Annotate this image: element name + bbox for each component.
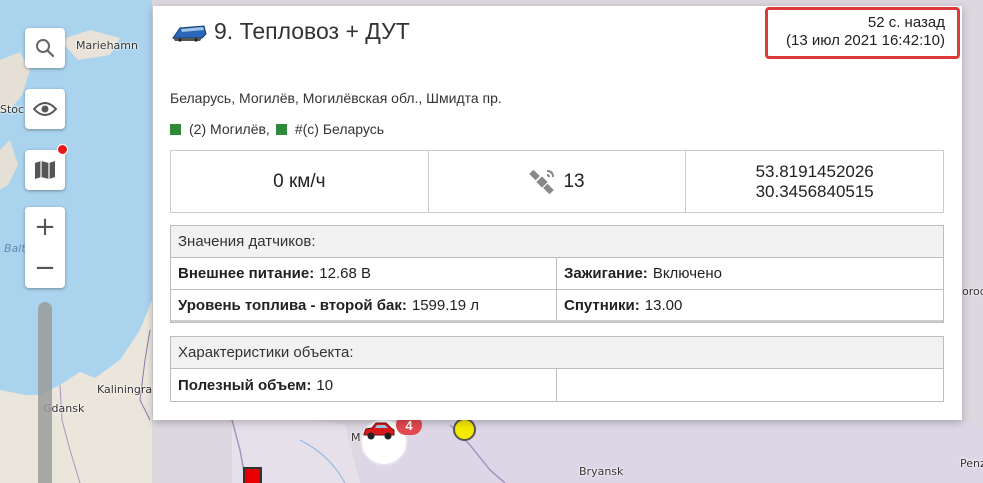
search-icon (36, 39, 55, 58)
group-label: #(с) Беларусь (294, 121, 385, 137)
zoom-slider-track[interactable] (38, 302, 52, 483)
notification-dot (57, 144, 68, 155)
coordinates-cell: 53.8191452026 30.3456840515 (686, 151, 943, 212)
object-marker-red[interactable] (243, 467, 262, 483)
timestamp: (13 июл 2021 16:42:10) (786, 32, 945, 49)
speed-cell: 0 км/ч (171, 151, 429, 212)
sensor-values-table: Значения датчиков: Внешнее питание: 12.6… (170, 225, 944, 323)
zoom-in-button[interactable]: + (25, 207, 65, 247)
sensor-name: Спутники: (564, 296, 640, 314)
sensor-value: 1599.19 л (411, 296, 480, 314)
time-ago: 52 с. назад (867, 14, 945, 31)
map-label-kaliningrad: Kaliningra (97, 383, 153, 396)
table-cell: Полезный объем: 10 (171, 369, 557, 401)
map-label-stockholm: Stoc (0, 103, 25, 116)
table-cell (557, 369, 943, 401)
property-value: 10 (316, 376, 334, 394)
map-label-penza: Penza (960, 457, 983, 470)
map-layers-button[interactable] (25, 150, 65, 190)
sensor-name: Зажигание: (564, 265, 648, 282)
group-item[interactable]: (2) Могилёв, (170, 121, 270, 137)
address: Беларусь, Могилёв, Могилёвская обл., Шми… (170, 90, 502, 106)
object-properties-table: Характеристики объекта: Полезный объем: … (170, 336, 944, 402)
sensor-name: Внешнее питание: (178, 265, 315, 282)
map-label-bryansk: Bryansk (579, 465, 624, 478)
table-cell: Зажигание: Включено (557, 258, 943, 289)
zoom-control: + − (25, 207, 65, 288)
properties-table-heading: Характеристики объекта: (171, 337, 943, 369)
last-update-box: 52 с. назад (13 июл 2021 16:42:10) (765, 7, 960, 59)
sensor-value: 12.68 В (319, 265, 371, 282)
search-button[interactable] (25, 28, 65, 68)
table-cell: Уровень топлива - второй бак: 1599.19 л (171, 290, 557, 320)
zoom-out-button[interactable]: − (25, 248, 65, 288)
visibility-button[interactable] (25, 89, 65, 129)
latitude: 53.8191452026 (755, 161, 874, 181)
satellite-icon (529, 169, 555, 194)
sensor-name: Уровень топлива - второй бак: (178, 296, 407, 314)
map-label-mariehamn: Mariehamn (76, 39, 138, 52)
stats-strip: 0 км/ч 13 53.8191452026 30.3456840515 (170, 150, 944, 213)
locomotive-icon (172, 24, 207, 42)
table-row: Уровень топлива - второй бак: 1599.19 л … (171, 290, 943, 322)
group-color-square (275, 123, 287, 135)
table-row: Полезный объем: 10 (171, 369, 943, 401)
table-cell: Внешнее питание: 12.68 В (171, 258, 557, 289)
object-info-popup: 9. Тепловоз + ДУТ 52 с. назад (13 июл 20… (153, 6, 962, 420)
property-name: Полезный объем: (178, 376, 312, 394)
object-marker-yellow[interactable] (453, 418, 476, 441)
satellites-cell: 13 (429, 151, 687, 212)
sensor-table-heading: Значения датчиков: (171, 226, 943, 258)
map-label-baltic: Balt (4, 242, 26, 255)
group-color-square (170, 123, 181, 135)
map-icon (35, 161, 55, 179)
sensor-value: 13.00 (644, 296, 683, 314)
speed-value: 0 км/ч (273, 170, 326, 192)
group-label: (2) Могилёв, (189, 121, 270, 137)
sensor-value: Включено (652, 265, 723, 282)
group-list: (2) Могилёв, #(с) Беларусь (170, 121, 390, 137)
table-row: Внешнее питание: 12.68 В Зажигание: Вклю… (171, 258, 943, 290)
eye-icon (33, 102, 57, 116)
car-icon (363, 422, 395, 440)
popup-title: 9. Тепловоз + ДУТ (214, 18, 410, 44)
longitude: 30.3456840515 (755, 181, 874, 201)
satellites-count: 13 (563, 170, 585, 192)
table-cell: Спутники: 13.00 (557, 290, 943, 320)
popup-header: 9. Тепловоз + ДУТ (170, 18, 410, 45)
map-label-gorod: orod (962, 285, 983, 298)
group-item[interactable]: #(с) Беларусь (275, 121, 385, 137)
